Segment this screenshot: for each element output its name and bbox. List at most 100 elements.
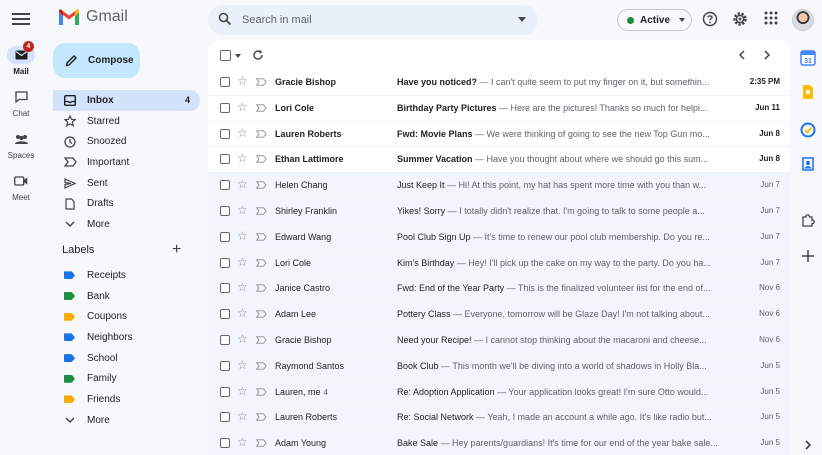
rail-item-spaces[interactable]: Spaces <box>0 130 42 160</box>
nav-item-drafts[interactable]: Drafts <box>53 193 200 214</box>
email-row[interactable]: ☆ Adam Lee Pottery Class — Everyone, tomor… <box>208 302 790 328</box>
chevron-left-icon[interactable] <box>738 50 745 60</box>
rail-item-mail[interactable]: 4 Mail <box>0 41 42 76</box>
star-icon[interactable]: ☆ <box>237 385 248 397</box>
gear-icon[interactable] <box>732 11 748 27</box>
row-checkbox[interactable] <box>220 102 230 113</box>
star-icon[interactable]: ☆ <box>237 204 248 216</box>
compose-button[interactable]: Compose <box>53 43 140 78</box>
label-item-family[interactable]: Family <box>53 368 200 389</box>
row-checkbox[interactable] <box>220 386 230 397</box>
add-label-icon[interactable]: + <box>172 242 181 258</box>
nav-item-inbox[interactable]: Inbox 4 <box>53 90 200 111</box>
label-item-coupons[interactable]: Coupons <box>53 306 200 327</box>
row-checkbox[interactable] <box>220 360 230 371</box>
search-bar[interactable] <box>208 5 538 35</box>
star-icon[interactable]: ☆ <box>237 333 248 345</box>
select-options-icon[interactable] <box>235 54 241 58</box>
row-checkbox[interactable] <box>220 257 230 268</box>
rail-item-meet[interactable]: Meet <box>0 172 42 202</box>
important-marker-icon[interactable] <box>256 155 267 164</box>
row-checkbox[interactable] <box>220 180 230 191</box>
calendar-icon[interactable]: 31 <box>800 50 816 66</box>
main-menu-icon[interactable] <box>12 10 30 28</box>
nav-item-more[interactable]: More <box>53 214 200 235</box>
email-row[interactable]: ☆ Gracie Bishop Need your Recipe! — I cann… <box>208 327 790 354</box>
important-marker-icon[interactable] <box>256 336 267 344</box>
email-row[interactable]: ☆ Raymond Santos Book Club — This month we… <box>208 353 790 380</box>
important-marker-icon[interactable] <box>256 78 267 86</box>
search-icon[interactable] <box>218 12 232 26</box>
important-marker-icon[interactable] <box>256 310 267 318</box>
row-checkbox[interactable] <box>220 128 230 139</box>
row-checkbox[interactable] <box>220 77 230 87</box>
row-checkbox[interactable] <box>220 231 230 242</box>
email-row[interactable]: ☆ Adam Young Bake Sale — Hey parents/guard… <box>208 431 790 455</box>
account-avatar[interactable] <box>792 9 814 31</box>
email-row[interactable]: ☆ Lauren Roberts Fwd: Movie Plans — We wer… <box>208 121 790 148</box>
important-marker-icon[interactable] <box>256 258 267 267</box>
star-icon[interactable]: ☆ <box>237 152 248 164</box>
row-checkbox[interactable] <box>220 309 230 320</box>
status-dropdown[interactable]: Active <box>617 9 692 31</box>
label-item-school[interactable]: School <box>53 348 200 369</box>
important-marker-icon[interactable] <box>256 129 267 138</box>
star-icon[interactable]: ☆ <box>237 127 248 139</box>
row-checkbox[interactable] <box>220 412 230 423</box>
star-icon[interactable]: ☆ <box>237 256 248 268</box>
label-item-friends[interactable]: Friends <box>53 389 200 410</box>
important-marker-icon[interactable] <box>256 284 267 293</box>
important-marker-icon[interactable] <box>256 387 267 396</box>
star-icon[interactable]: ☆ <box>237 178 248 190</box>
apps-grid-icon[interactable] <box>764 11 778 25</box>
email-row[interactable]: ☆ Lauren Roberts Re: Social Network — Yeah… <box>208 405 790 432</box>
label-item-more[interactable]: More <box>53 410 200 431</box>
nav-item-sent[interactable]: Sent <box>53 173 200 194</box>
label-item-neighbors[interactable]: Neighbors <box>53 327 200 348</box>
chevron-right-icon[interactable] <box>764 50 771 60</box>
nav-item-snoozed[interactable]: Snoozed <box>53 131 200 152</box>
keep-icon[interactable] <box>800 84 816 100</box>
label-item-receipts[interactable]: Receipts <box>53 265 200 286</box>
email-row[interactable]: ☆ Janice Castro Fwd: End of the Year Party… <box>208 276 790 303</box>
nav-item-important[interactable]: Important <box>53 152 200 173</box>
important-marker-icon[interactable] <box>256 361 267 370</box>
star-icon[interactable]: ☆ <box>237 101 248 113</box>
email-row[interactable]: ☆ Ethan Lattimore Summer Vacation — Have y… <box>208 147 790 174</box>
email-row[interactable]: ☆ Shirley Franklin Yikes! Sorry — I totall… <box>208 198 790 225</box>
star-icon[interactable]: ☆ <box>237 230 248 242</box>
email-row[interactable]: ☆ Helen Chang Just Keep It — Hi! At this p… <box>208 173 790 199</box>
nav-item-starred[interactable]: Starred <box>53 111 200 132</box>
important-marker-icon[interactable] <box>256 181 267 189</box>
star-icon[interactable]: ☆ <box>237 359 248 371</box>
star-icon[interactable]: ☆ <box>237 410 248 422</box>
email-row[interactable]: ☆ Lauren, me 4 Re: Adoption Application — Y… <box>208 379 790 406</box>
puzzle-addons-icon[interactable] <box>800 212 816 228</box>
label-item-bank[interactable]: Bank <box>53 286 200 307</box>
gmail-logo[interactable]: Gmail <box>58 8 128 26</box>
rail-item-chat[interactable]: Chat <box>0 88 42 118</box>
star-icon[interactable]: ☆ <box>237 307 248 319</box>
expand-panel-icon[interactable] <box>800 437 816 453</box>
refresh-icon[interactable] <box>252 49 264 61</box>
contacts-icon[interactable] <box>800 156 816 172</box>
important-marker-icon[interactable] <box>256 413 267 422</box>
important-marker-icon[interactable] <box>256 103 267 112</box>
help-icon[interactable] <box>702 11 718 27</box>
search-options-icon[interactable] <box>518 17 526 22</box>
search-input[interactable] <box>242 5 502 35</box>
add-addon-icon[interactable] <box>800 248 816 264</box>
tasks-icon[interactable] <box>800 122 816 138</box>
row-checkbox[interactable] <box>220 154 230 165</box>
important-marker-icon[interactable] <box>256 207 267 215</box>
row-checkbox[interactable] <box>220 438 230 449</box>
email-row[interactable]: ☆ Lori Cole Kim's Birthday — Hey! I'll pic… <box>208 250 790 277</box>
email-row[interactable]: ☆ Edward Wang Pool Club Sign Up — It's tim… <box>208 224 790 251</box>
row-checkbox[interactable] <box>220 205 230 216</box>
row-checkbox[interactable] <box>220 334 230 345</box>
star-icon[interactable]: ☆ <box>237 281 248 293</box>
important-marker-icon[interactable] <box>256 232 267 241</box>
star-icon[interactable]: ☆ <box>237 75 248 87</box>
row-checkbox[interactable] <box>220 283 230 294</box>
email-row[interactable]: ☆ Gracie Bishop Have you noticed? — I can'… <box>208 70 790 96</box>
